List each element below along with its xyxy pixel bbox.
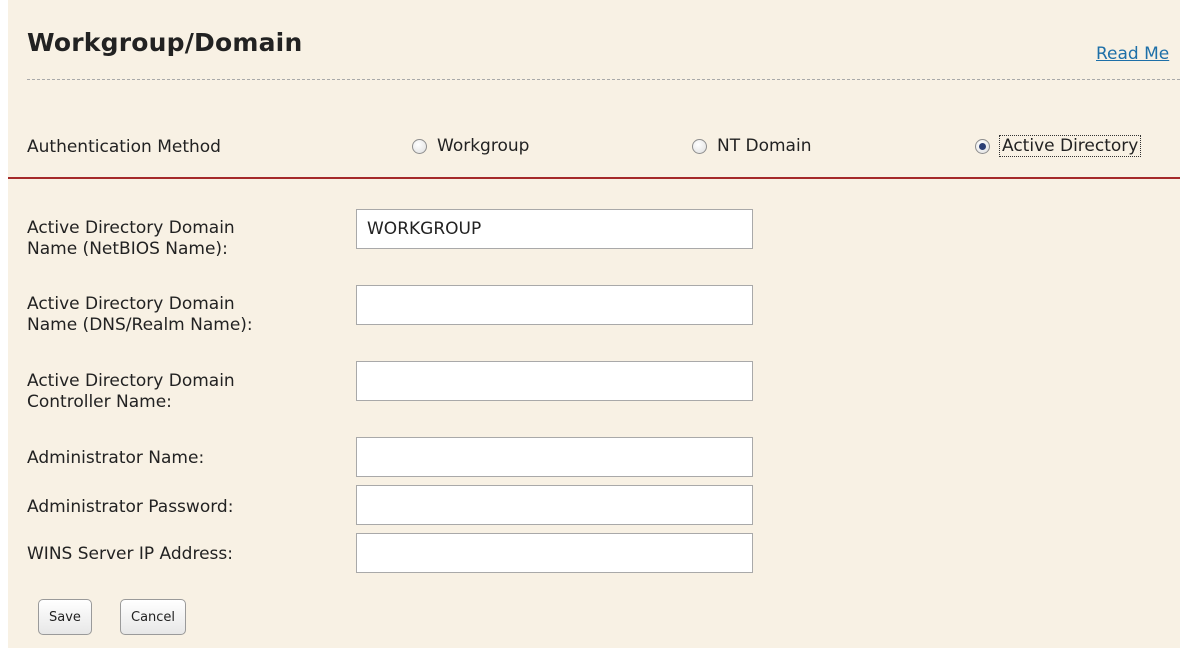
netbios-name-label: Active Directory Domain Name (NetBIOS Na… <box>27 218 235 260</box>
administrator-password-label: Administrator Password: <box>27 497 234 517</box>
radio-active-directory-label: Active Directory <box>998 135 1142 157</box>
administrator-name-label: Administrator Name: <box>27 448 205 468</box>
domain-controller-label: Active Directory Domain Controller Name: <box>27 371 235 413</box>
authentication-method-label: Authentication Method <box>27 137 221 157</box>
wins-server-ip-input[interactable] <box>356 533 753 573</box>
label-line: Active Directory Domain <box>27 294 235 314</box>
label-line: Name (NetBIOS Name): <box>27 239 228 259</box>
netbios-name-input[interactable] <box>356 209 753 249</box>
radio-unchecked-icon[interactable] <box>692 138 707 154</box>
section-divider <box>8 177 1180 179</box>
radio-unchecked-icon[interactable] <box>412 138 427 154</box>
radio-workgroup-label: Workgroup <box>437 136 530 156</box>
save-button[interactable]: Save <box>38 599 92 635</box>
label-line: Active Directory Domain <box>27 371 235 391</box>
radio-nt-domain-label: NT Domain <box>717 136 812 156</box>
administrator-password-input[interactable] <box>356 485 753 525</box>
cancel-button[interactable]: Cancel <box>120 599 187 635</box>
domain-controller-input[interactable] <box>356 361 753 401</box>
label-line: Active Directory Domain <box>27 218 235 238</box>
wins-server-ip-label: WINS Server IP Address: <box>27 544 233 564</box>
label-line: Controller Name: <box>27 392 172 412</box>
radio-active-directory[interactable]: Active Directory <box>975 135 1142 157</box>
label-line: Name (DNS/Realm Name): <box>27 315 253 335</box>
read-me-link[interactable]: Read Me <box>1096 44 1169 64</box>
radio-workgroup[interactable]: Workgroup <box>412 136 529 156</box>
title-divider <box>27 79 1180 80</box>
page-title: Workgroup/Domain <box>27 28 303 57</box>
dns-realm-name-input[interactable] <box>356 285 753 325</box>
radio-nt-domain[interactable]: NT Domain <box>692 136 811 156</box>
dns-realm-name-label: Active Directory Domain Name (DNS/Realm … <box>27 294 253 336</box>
administrator-name-input[interactable] <box>356 437 753 477</box>
radio-checked-icon[interactable] <box>975 138 990 154</box>
